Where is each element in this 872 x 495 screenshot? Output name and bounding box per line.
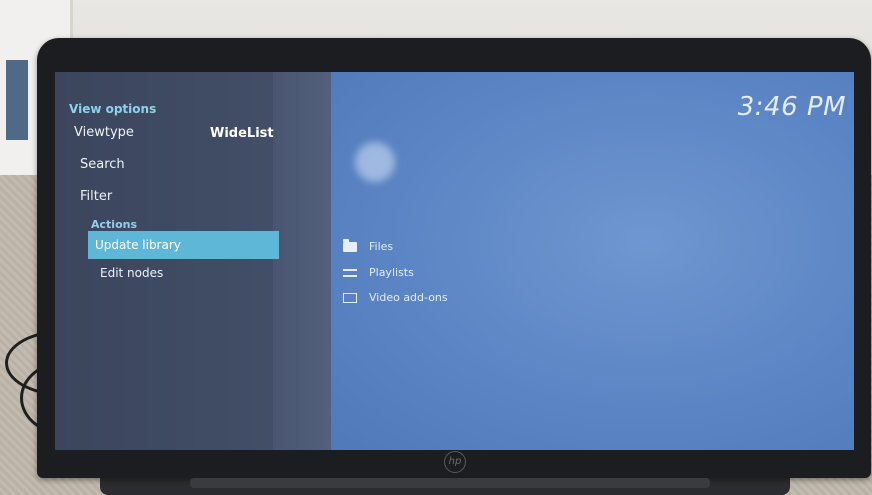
viewtype-menu-item[interactable]: Viewtype [74, 125, 134, 140]
viewtype-value[interactable]: WideList [210, 126, 274, 141]
actions-header: Actions [91, 218, 137, 231]
files-label: Files [369, 240, 394, 253]
addon-icon [343, 292, 357, 303]
playlists-list-item[interactable]: Playlists [343, 266, 414, 279]
filter-menu-item[interactable]: Filter [80, 189, 112, 204]
folder-icon [343, 238, 357, 252]
door-window [6, 60, 28, 140]
video-addons-list-item[interactable]: Video add-ons [343, 291, 448, 304]
files-list-item[interactable]: Files [343, 238, 394, 253]
content-area [331, 72, 854, 450]
clock-display: 3:46 PM [737, 92, 846, 122]
divider-strip [273, 72, 331, 450]
update-library-button[interactable]: Update library [88, 231, 279, 259]
screen-glare [355, 142, 395, 182]
video-addons-label: Video add-ons [369, 291, 448, 304]
edit-nodes-menu-item[interactable]: Edit nodes [100, 266, 163, 280]
playlists-label: Playlists [369, 266, 414, 279]
playlist-icon [343, 269, 357, 277]
laptop-screen: 3:46 PM View options Viewtype WideList S… [55, 72, 854, 450]
view-options-header: View options [69, 102, 157, 116]
search-menu-item[interactable]: Search [80, 157, 125, 172]
hp-logo: hp [444, 451, 466, 473]
laptop-hinge [190, 478, 710, 488]
